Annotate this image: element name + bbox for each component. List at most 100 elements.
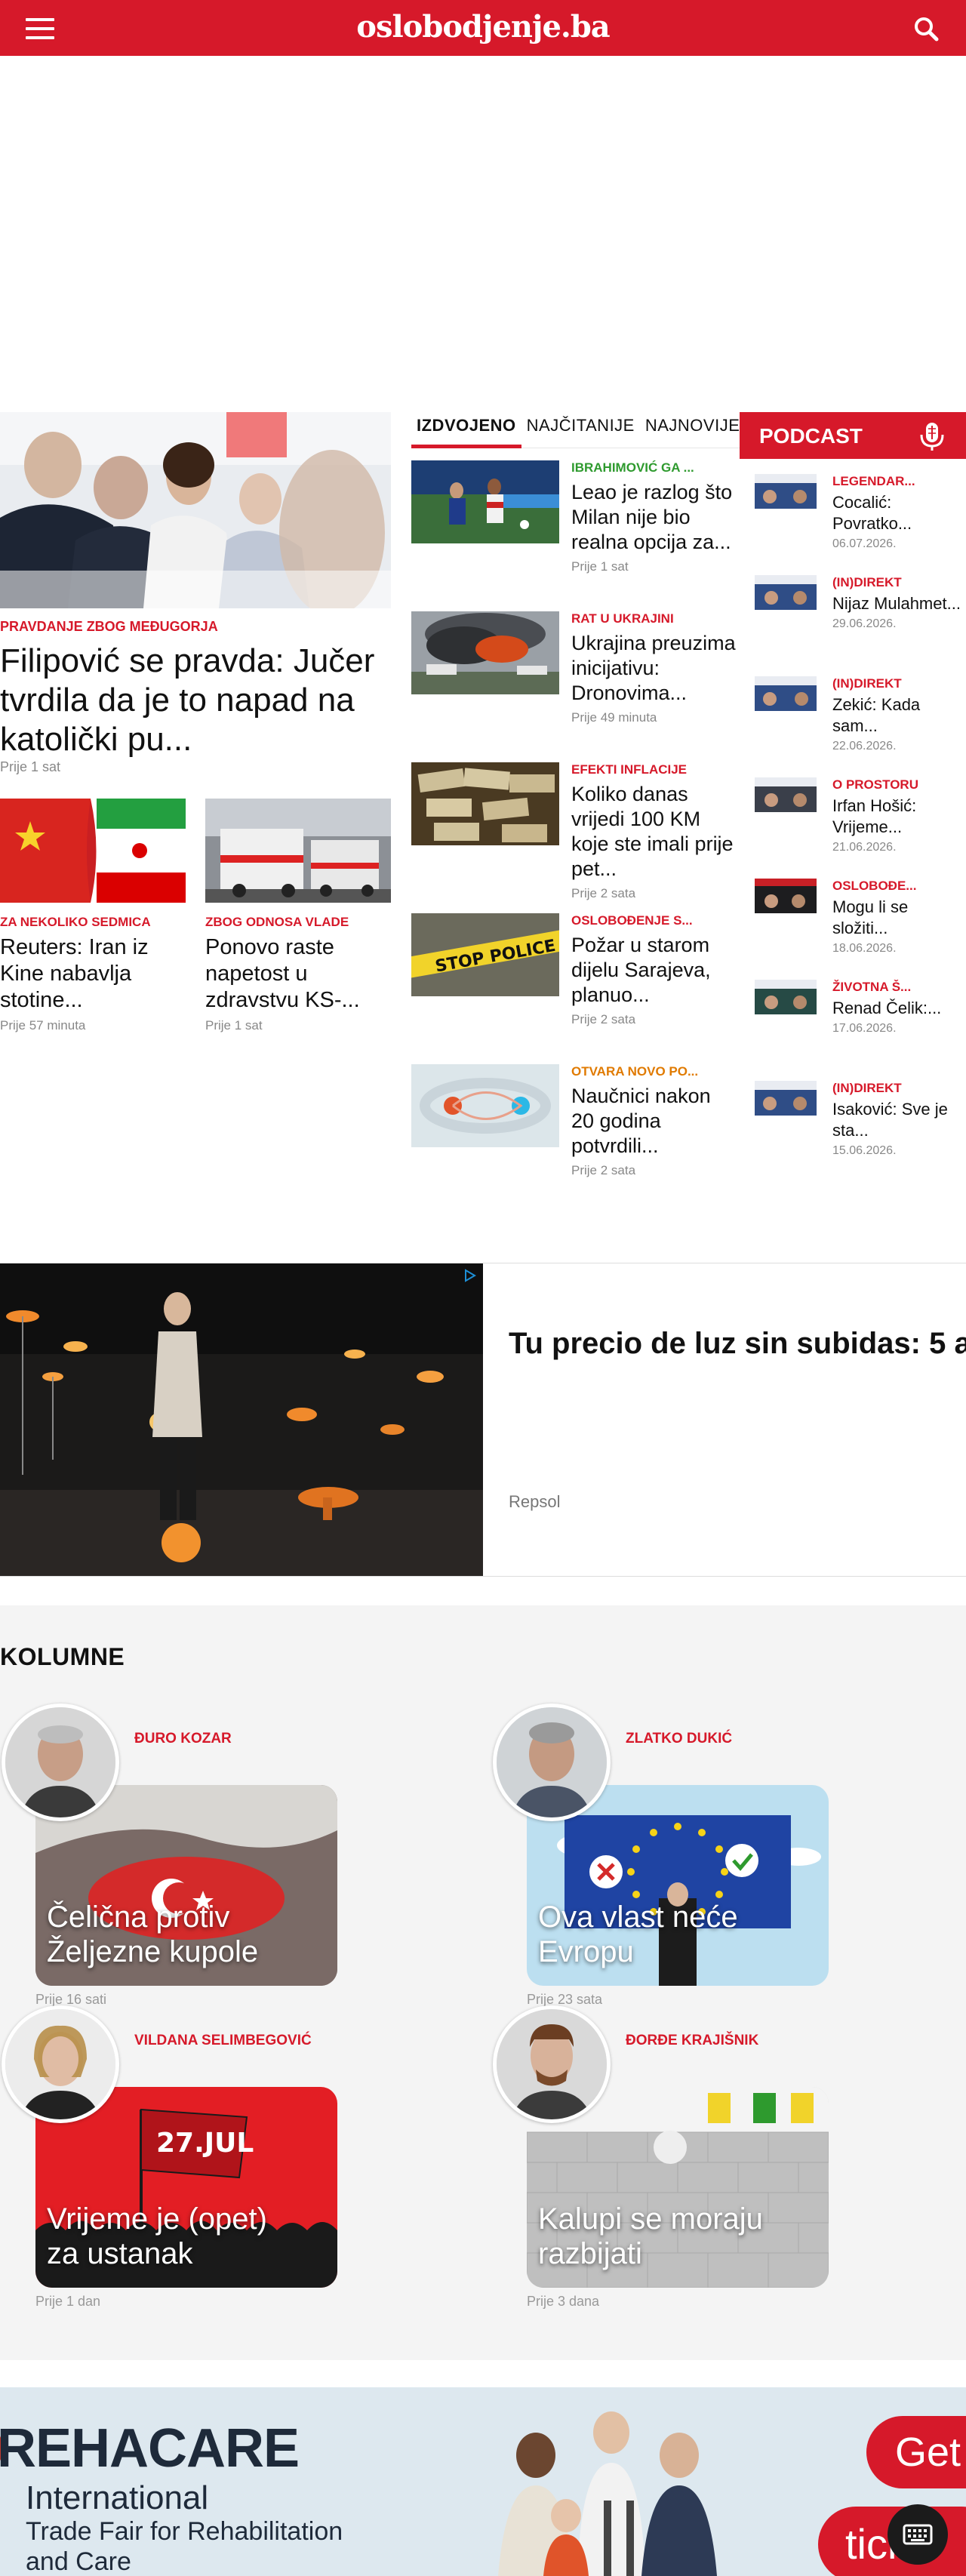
podcast-thumbnail[interactable] xyxy=(755,474,817,509)
podcast-thumbnail[interactable] xyxy=(755,676,817,711)
sub-story-title[interactable]: Ponovo raste napetost u zdravstvu KS-... xyxy=(205,934,391,1014)
featured-image[interactable] xyxy=(411,460,559,543)
column-title[interactable]: Kalupi se moraju razbijati xyxy=(538,2202,795,2271)
podcast-kicker[interactable]: (IN)DIREKT xyxy=(832,1081,966,1096)
column-time: Prije 1 dan xyxy=(35,2294,101,2309)
tab-najcitanije[interactable]: NAJČITANIJE xyxy=(521,412,640,448)
sub-story-card[interactable]: ZBOG ODNOSA VLADE Ponovo raste napetost … xyxy=(205,799,391,1033)
ad-tagline-line1: Trade Fair for Rehabilitation xyxy=(26,2517,343,2546)
native-ad-headline[interactable]: Tu precio de luz sin subidas: 5 a xyxy=(509,1327,966,1361)
rehacare-banner-ad[interactable]: REHACARE International Trade Fair for Re… xyxy=(0,2387,966,2576)
lead-story-kicker[interactable]: PRAVDANJE ZBOG MEĐUGORJA xyxy=(0,619,391,635)
sub-story-kicker[interactable]: ZA NEKOLIKO SEDMICA xyxy=(0,915,186,930)
sub-story-image[interactable] xyxy=(205,799,391,903)
podcast-item-title[interactable]: Mogu li se složiti... xyxy=(832,897,966,939)
author-avatar[interactable] xyxy=(493,2005,611,2123)
ad-brand: REHACARE xyxy=(0,2418,300,2479)
column-card[interactable]: ZLATKO DUKIĆ Ova vlast neće Evropu Prije… xyxy=(491,1703,944,2007)
podcast-item-title[interactable]: Renad Čelik:... xyxy=(832,998,966,1019)
column-card[interactable]: ĐURO KOZAR Čelična protiv Željezne kupol… xyxy=(0,1703,453,2007)
column-title[interactable]: Ova vlast neće Evropu xyxy=(538,1900,795,1969)
podcast-item[interactable]: (IN)DIREKT Nijaz Mulahmet... 29.06.2026. xyxy=(755,575,966,676)
featured-time: Prije 2 sata xyxy=(571,886,636,900)
sub-story-kicker[interactable]: ZBOG ODNOSA VLADE xyxy=(205,915,391,930)
podcast-item[interactable]: OSLOBOĐE... Mogu li se složiti... 18.06.… xyxy=(755,879,966,980)
list-item[interactable]: STOP POLICE OSLOBOĐENJE S... Požar u sta… xyxy=(411,913,740,1064)
column-author[interactable]: ĐORĐE KRAJIŠNIK xyxy=(626,2033,758,2049)
podcast-item[interactable]: (IN)DIREKT Zekić: Kada sam... 22.06.2026… xyxy=(755,676,966,777)
featured-title[interactable]: Leao je razlog što Milan nije bio realna… xyxy=(571,480,739,555)
list-item[interactable]: RAT U UKRAJINI Ukrajina preuzima inicija… xyxy=(411,611,740,762)
native-ad-brand[interactable]: Repsol xyxy=(509,1492,560,1512)
lead-story-image[interactable] xyxy=(0,412,391,608)
featured-kicker[interactable]: OSLOBOĐENJE S... xyxy=(571,913,739,928)
tab-izdvojeno[interactable]: IZDVOJENO xyxy=(411,412,521,448)
featured-title[interactable]: Koliko danas vrijedi 100 KM koje ste ima… xyxy=(571,782,739,882)
lead-story-title[interactable]: Filipović se pravda: Jučer tvrdila da je… xyxy=(0,642,391,759)
podcast-thumbnail[interactable] xyxy=(755,1081,817,1116)
podcast-item-title[interactable]: Isaković: Sve je sta... xyxy=(832,1099,966,1141)
column-title[interactable]: Čelična protiv Željezne kupole xyxy=(47,1900,303,1969)
podcast-kicker[interactable]: (IN)DIREKT xyxy=(832,575,966,590)
search-icon[interactable] xyxy=(911,14,941,44)
featured-kicker[interactable]: OTVARA NOVO PO... xyxy=(571,1064,739,1079)
list-item[interactable]: EFEKTI INFLACIJE Koliko danas vrijedi 10… xyxy=(411,762,740,913)
get-tickets-button[interactable]: Get xyxy=(866,2416,966,2488)
sub-story-image[interactable] xyxy=(0,799,186,903)
podcast-date: 15.06.2026. xyxy=(832,1144,897,1157)
featured-image[interactable] xyxy=(411,611,559,694)
featured-kicker[interactable]: RAT U UKRAJINI xyxy=(571,611,739,626)
list-item[interactable]: OTVARA NOVO PO... Naučnici nakon 20 godi… xyxy=(411,1064,740,1215)
sub-story-card[interactable]: ZA NEKOLIKO SEDMICA Reuters: Iran iz Kin… xyxy=(0,799,186,1033)
podcast-header[interactable]: PODCAST xyxy=(740,412,966,459)
podcast-item[interactable]: (IN)DIREKT Isaković: Sve je sta... 15.06… xyxy=(755,1081,966,1182)
column-author[interactable]: ZLATKO DUKIĆ xyxy=(626,1731,732,1747)
author-avatar[interactable] xyxy=(2,1703,119,1821)
podcast-thumbnail[interactable] xyxy=(755,879,817,913)
adchoices-icon[interactable] xyxy=(462,1268,477,1283)
author-avatar[interactable] xyxy=(2,2005,119,2123)
podcast-kicker[interactable]: OSLOBOĐE... xyxy=(832,879,966,894)
featured-image[interactable] xyxy=(411,1064,559,1147)
sub-story-time: Prije 1 sat xyxy=(205,1018,263,1033)
featured-title[interactable]: Naučnici nakon 20 godina potvrdili... xyxy=(571,1084,739,1159)
lead-story-time: Prije 1 sat xyxy=(0,759,61,774)
tab-najnovije[interactable]: NAJNOVIJE xyxy=(640,412,746,448)
podcast-item-title[interactable]: Zekić: Kada sam... xyxy=(832,694,966,737)
podcast-date: 29.06.2026. xyxy=(832,617,897,630)
native-ad[interactable]: Tu precio de luz sin subidas: 5 a Repsol xyxy=(0,1263,966,1577)
podcast-item[interactable]: LEGENDAR... Cocalić: Povratko... 06.07.2… xyxy=(755,474,966,575)
podcast-item[interactable]: ŽIVOTNA Š... Renad Čelik:... 17.06.2026. xyxy=(755,980,966,1081)
keyboard-icon[interactable] xyxy=(888,2504,948,2565)
podcast-thumbnail[interactable] xyxy=(755,980,817,1014)
featured-title[interactable]: Požar u starom dijelu Sarajeva, planuo..… xyxy=(571,933,739,1008)
featured-image[interactable] xyxy=(411,762,559,845)
podcast-item-title[interactable]: Irfan Hošić: Vrijeme... xyxy=(832,796,966,838)
native-ad-image[interactable] xyxy=(0,1263,483,1576)
featured-image[interactable]: STOP POLICE xyxy=(411,913,559,996)
featured-kicker[interactable]: IBRAHIMOVIĆ GA ... xyxy=(571,460,739,475)
podcast-thumbnail[interactable] xyxy=(755,575,817,610)
podcast-item[interactable]: O PROSTORU Irfan Hošić: Vrijeme... 21.06… xyxy=(755,777,966,879)
podcast-item-title[interactable]: Nijaz Mulahmet... xyxy=(832,593,966,614)
microphone-icon xyxy=(920,423,944,451)
column-card[interactable]: ĐORĐE KRAJIŠNIK Kalupi se moraju razbija… xyxy=(491,2005,944,2309)
podcast-thumbnail[interactable] xyxy=(755,777,817,812)
featured-kicker[interactable]: EFEKTI INFLACIJE xyxy=(571,762,739,777)
podcast-kicker[interactable]: (IN)DIREKT xyxy=(832,676,966,691)
podcast-kicker[interactable]: O PROSTORU xyxy=(832,777,966,792)
author-avatar[interactable] xyxy=(493,1703,611,1821)
site-logo[interactable]: oslobodjenje.ba xyxy=(0,9,966,45)
featured-time: Prije 2 sata xyxy=(571,1012,636,1026)
list-item[interactable]: IBRAHIMOVIĆ GA ... Leao je razlog što Mi… xyxy=(411,460,740,611)
sub-story-title[interactable]: Reuters: Iran iz Kine nabavlja stotine..… xyxy=(0,934,186,1014)
column-card[interactable]: 27.JUL VILDANA SELIMBEGOVIĆ Vrijeme je (… xyxy=(0,2005,453,2309)
column-author[interactable]: ĐURO KOZAR xyxy=(134,1731,232,1747)
column-title[interactable]: Vrijeme je (opet) za ustanak xyxy=(47,2202,303,2271)
featured-time: Prije 2 sata xyxy=(571,1163,636,1177)
featured-title[interactable]: Ukrajina preuzima inicijativu: Dronovima… xyxy=(571,631,739,706)
podcast-kicker[interactable]: ŽIVOTNA Š... xyxy=(832,980,966,995)
column-author[interactable]: VILDANA SELIMBEGOVIĆ xyxy=(134,2033,312,2049)
podcast-item-title[interactable]: Cocalić: Povratko... xyxy=(832,492,966,534)
podcast-kicker[interactable]: LEGENDAR... xyxy=(832,474,966,489)
